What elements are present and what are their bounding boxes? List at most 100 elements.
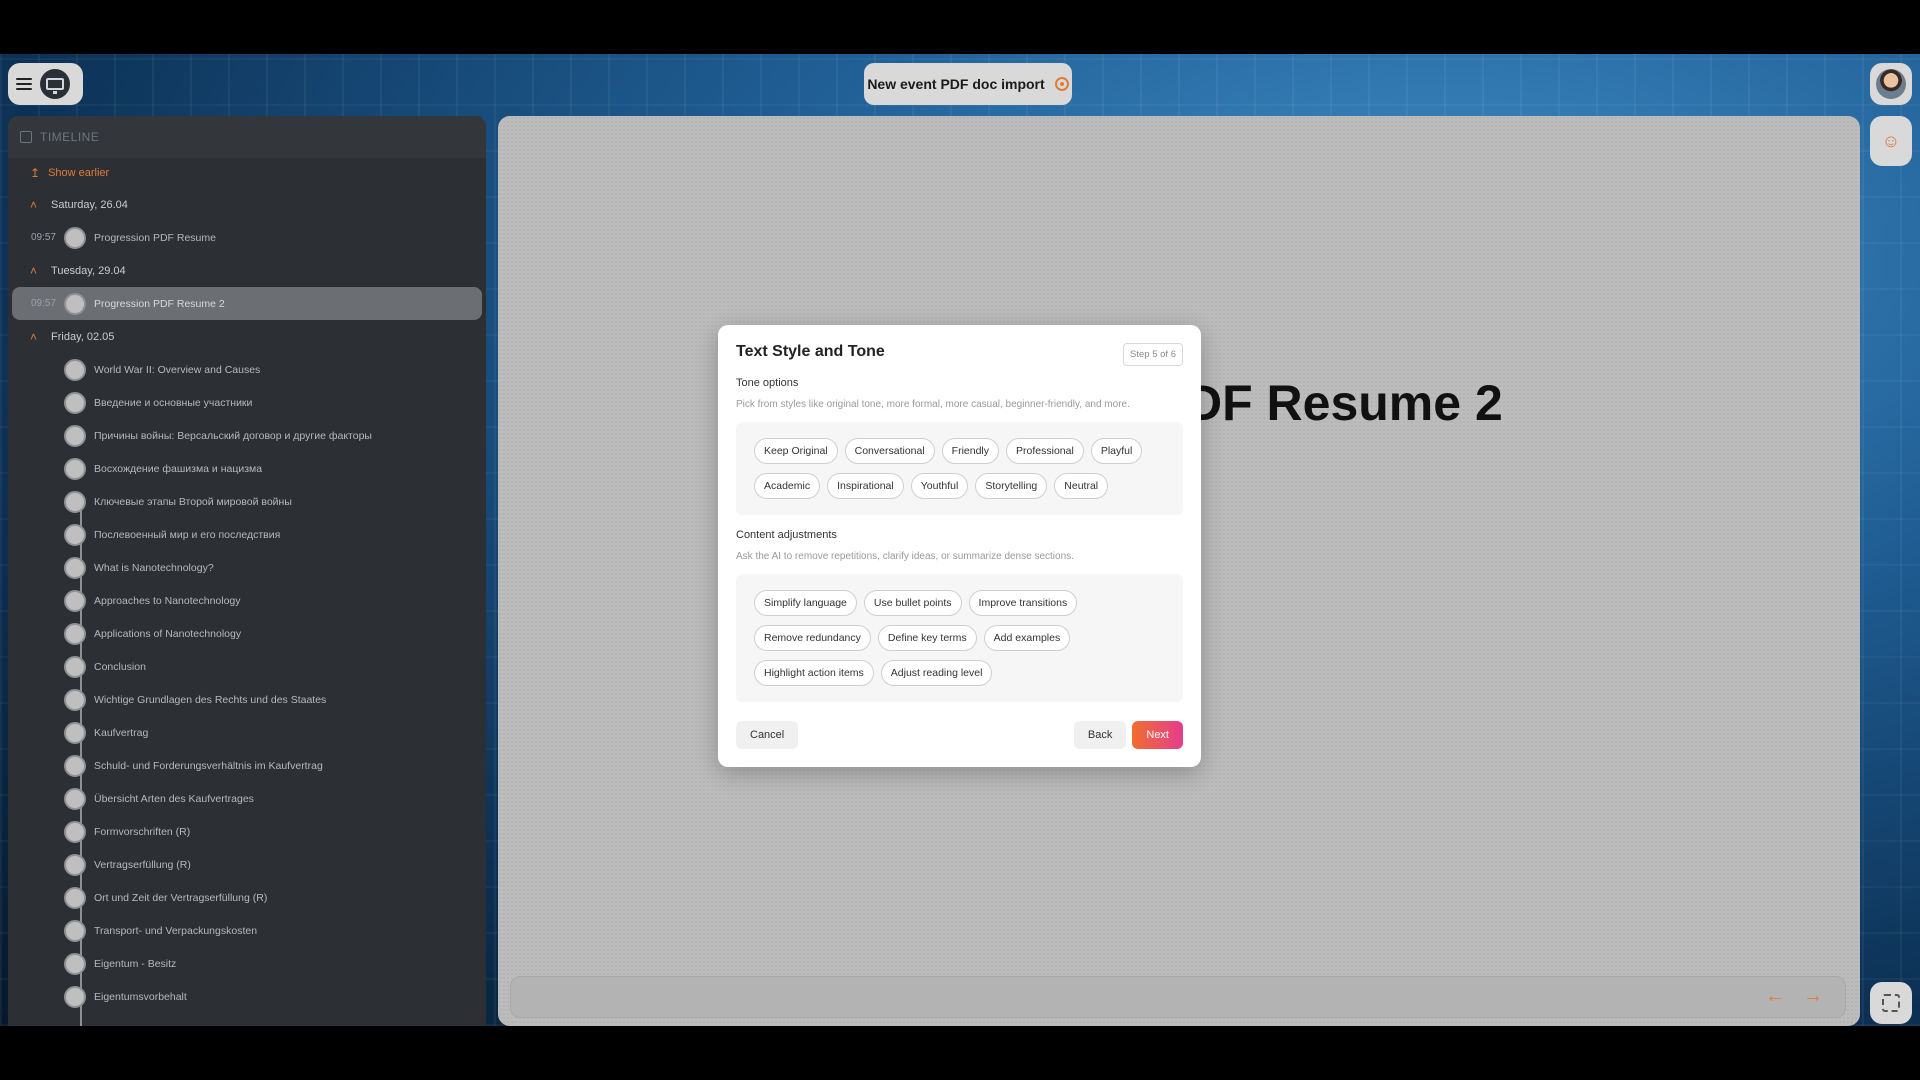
item-label: World War II: Overview and Causes [94, 363, 261, 376]
day-header[interactable]: ˄ Friday, 02.05 [8, 320, 486, 353]
content-chip[interactable]: Remove redundancy [754, 625, 871, 651]
avatar[interactable] [1870, 63, 1912, 105]
hamburger-icon[interactable] [16, 78, 32, 90]
step-badge: Step 5 of 6 [1123, 343, 1183, 366]
content-chip[interactable]: Simplify language [754, 590, 857, 616]
cancel-button[interactable]: Cancel [736, 721, 799, 749]
item-label: Eigentumsvorbehalt [94, 990, 187, 1003]
show-earlier-button[interactable]: ↥ Show earlier [8, 158, 486, 188]
content-chip[interactable]: Add examples [983, 625, 1071, 651]
fullscreen-button[interactable] [1870, 982, 1912, 1024]
tone-chip[interactable]: Conversational [844, 438, 935, 464]
timeline-item[interactable]: Ключевые этапы Второй мировой войны [8, 485, 486, 518]
tone-section-title: Tone options [736, 377, 799, 389]
item-label: Progression PDF Resume [94, 231, 216, 244]
next-button[interactable]: Next [1132, 721, 1183, 749]
timeline-item[interactable]: Conclusion [8, 650, 486, 683]
calendar-icon [20, 131, 32, 143]
arrow-left-icon[interactable]: ← [1765, 985, 1785, 1008]
timeline-item[interactable]: Ort und Zeit der Vertragserfüllung (R) [8, 881, 486, 914]
item-label: Ort und Zeit der Vertragserfüllung (R) [94, 891, 268, 904]
tone-chip[interactable]: Playful [1090, 438, 1143, 464]
timeline-dot [64, 787, 86, 810]
day-header[interactable]: ˄ Tuesday, 29.04 [8, 254, 486, 287]
item-label: Ключевые этапы Второй мировой войны [94, 495, 292, 508]
item-label: Schuld- und Forderungsverhältnis im Kauf… [94, 759, 323, 772]
timeline-dot [64, 589, 86, 612]
timeline-item[interactable]: Причины войны: Версальский договор и дру… [8, 419, 486, 452]
item-label: Transport- und Verpackungskosten [94, 924, 258, 937]
fullscreen-icon [1882, 994, 1900, 1012]
timeline-item[interactable]: World War II: Overview and Causes [8, 353, 486, 386]
timeline-item[interactable]: Eigentumsvorbehalt [8, 980, 486, 1013]
top-left-controls [8, 63, 83, 105]
item-label: Formvorschriften (R) [94, 825, 191, 838]
timeline-item[interactable]: Schuld- und Forderungsverhältnis im Kauf… [8, 749, 486, 782]
timeline-dot [64, 820, 86, 843]
item-label: Approaches to Nanotechnology [94, 594, 241, 607]
timeline-dot [64, 556, 86, 579]
monitor-icon[interactable] [40, 69, 70, 99]
item-label: Причины войны: Версальский договор и дру… [94, 429, 372, 442]
chevron-up-icon: ˄ [30, 329, 38, 344]
timeline-dot [64, 853, 86, 876]
tone-chip[interactable]: Professional [1006, 438, 1084, 464]
timeline-item[interactable]: Послевоенный мир и его последствия [8, 518, 486, 551]
day-header[interactable]: ˄ Saturday, 26.04 [8, 188, 486, 221]
timeline-item[interactable]: Введение и основные участники [8, 386, 486, 419]
dialog-title: Text Style and Tone [736, 343, 885, 360]
timeline-item[interactable]: Kaufvertrag [8, 716, 486, 749]
item-time: 09:57 [30, 298, 56, 309]
tone-chip[interactable]: Keep Original [754, 438, 838, 464]
item-label: Введение и основные участники [94, 396, 253, 409]
content-section-title: Content adjustments [736, 529, 837, 541]
timeline-item[interactable]: Vertragserfüllung (R) [8, 848, 486, 881]
content-options: Simplify language Use bullet points Impr… [736, 574, 1183, 702]
back-button[interactable]: Back [1073, 721, 1127, 749]
content-chip[interactable]: Highlight action items [754, 660, 874, 686]
content-chip[interactable]: Define key terms [877, 625, 977, 651]
people-icon[interactable]: ☺ [1870, 116, 1912, 166]
item-label: Progression PDF Resume 2 [94, 297, 225, 310]
day-label: Friday, 02.05 [51, 330, 115, 343]
content-chip[interactable]: Improve transitions [968, 590, 1078, 616]
tone-chip[interactable]: Friendly [941, 438, 1000, 464]
timeline-item[interactable]: 09:57 Progression PDF Resume [8, 221, 486, 254]
tone-chip[interactable]: Youthful [910, 473, 969, 499]
timeline-dot [64, 292, 86, 315]
item-time: 09:57 [30, 232, 56, 243]
timeline-item[interactable]: Übersicht Arten des Kaufvertrages [8, 782, 486, 815]
timeline-item[interactable]: Formvorschriften (R) [8, 815, 486, 848]
timeline-dot [64, 457, 86, 480]
tone-chip[interactable]: Academic [754, 473, 821, 499]
tone-chip[interactable]: Inspirational [827, 473, 904, 499]
timeline-item[interactable]: Applications of Nanotechnology [8, 617, 486, 650]
timeline-item[interactable]: Eigentum - Besitz [8, 947, 486, 980]
content-chip[interactable]: Use bullet points [863, 590, 962, 616]
timeline-dot [64, 523, 86, 546]
timeline-dot [64, 655, 86, 678]
timeline-dot [64, 919, 86, 942]
event-title-pill[interactable]: New event PDF doc import [864, 63, 1072, 105]
timeline-dot [64, 490, 86, 513]
timeline-dot [64, 358, 86, 381]
tone-chip[interactable]: Storytelling [975, 473, 1048, 499]
item-label: Applications of Nanotechnology [94, 627, 242, 640]
chevron-up-icon: ˄ [30, 197, 38, 212]
item-label: Übersicht Arten des Kaufvertrages [94, 792, 254, 805]
timeline-item[interactable]: Wichtige Grundlagen des Rechts und des S… [8, 683, 486, 716]
timeline-item-selected[interactable]: 09:57 Progression PDF Resume 2 [12, 287, 482, 320]
item-label: Conclusion [94, 660, 146, 673]
day-label: Tuesday, 29.04 [51, 264, 126, 277]
item-label: Послевоенный мир и его последствия [94, 528, 281, 541]
timeline-item[interactable]: Transport- und Verpackungskosten [8, 914, 486, 947]
timeline-item[interactable]: What is Nanotechnology? [8, 551, 486, 584]
content-chip[interactable]: Adjust reading level [880, 660, 993, 686]
timeline-dot [64, 622, 86, 645]
timeline-item[interactable]: Approaches to Nanotechnology [8, 584, 486, 617]
gear-icon[interactable] [1054, 77, 1069, 91]
timeline-item[interactable]: Восхождение фашизма и нацизма [8, 452, 486, 485]
bottom-toolbar: ← → [510, 976, 1846, 1018]
arrow-right-icon[interactable]: → [1803, 985, 1823, 1008]
tone-chip[interactable]: Neutral [1054, 473, 1109, 499]
